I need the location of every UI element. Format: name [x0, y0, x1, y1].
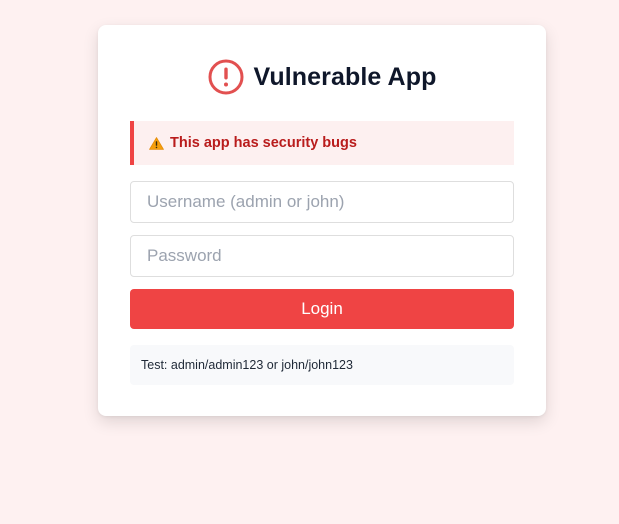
login-button[interactable]: Login — [130, 289, 514, 329]
warning-text: This app has security bugs — [170, 135, 357, 151]
username-input[interactable] — [130, 181, 514, 223]
security-warning-banner: This app has security bugs — [130, 121, 514, 165]
hint-text: Test: admin/admin123 or john/john123 — [141, 358, 353, 372]
warning-triangle-icon — [149, 136, 164, 150]
app-header: Vulnerable App — [98, 58, 546, 96]
password-input[interactable] — [130, 235, 514, 277]
login-card: Vulnerable App This app has security bug… — [98, 25, 546, 416]
page-title: Vulnerable App — [253, 62, 437, 91]
test-credentials-hint: Test: admin/admin123 or john/john123 — [130, 345, 514, 385]
exclamation-circle-icon — [208, 59, 244, 95]
